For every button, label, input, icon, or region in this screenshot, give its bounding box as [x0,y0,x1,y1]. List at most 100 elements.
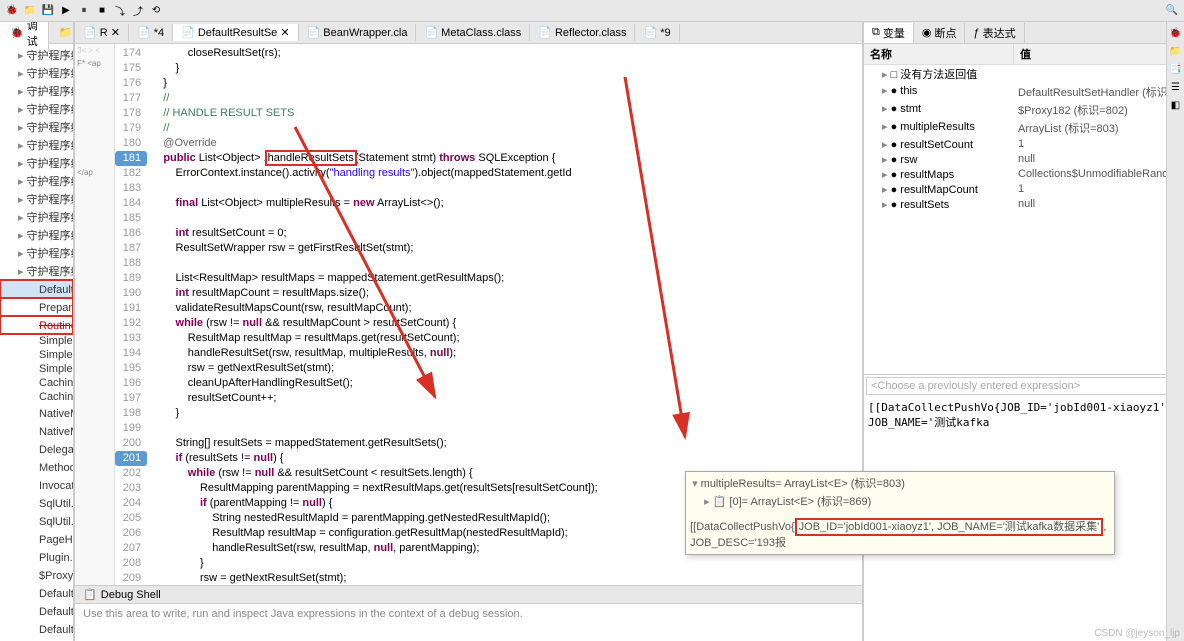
thread-row[interactable]: ▸守护程序线程 [DubboServerHandler-127.0.0.1:20… [0,262,73,280]
thread-row[interactable]: ▸守护程序线程 [logback-9] (正在运行) [0,190,73,208]
tab-breakpoints[interactable]: ◉断点 [914,23,966,43]
thread-row[interactable]: ▸守护程序线程 [OracleTimeoutPollingThread] (正在… [0,136,73,154]
code-line[interactable]: 176 } [115,76,862,91]
code-line[interactable]: 179 // [115,121,862,136]
thread-row[interactable]: ▸守护程序线程 [DubboServerHandler-127.0.0.1:20… [0,244,73,262]
stack-frame[interactable]: DefaultSqlSession.selectList(String, Obj… [0,584,73,602]
variable-row[interactable]: ▸ ● rswnull [864,152,1184,167]
code-line[interactable]: 180 @Override [115,136,862,151]
variables-view[interactable]: 名称 值 ▸ □ 没有方法返回值▸ ● thisDefaultResultSet… [864,44,1184,374]
stack-frame[interactable]: SimpleExecutor(BaseExecutor).queryFromDa… [0,348,73,362]
editor-tab[interactable]: 📄Reflector.class [530,24,635,41]
thread-row[interactable]: ▸守护程序线程 [logback-9] (正在运行) [0,46,73,64]
stack-frame[interactable]: CachingExecutor.query(MappedStatement, O… [0,390,73,404]
tool-icon[interactable]: 🐞 [1169,26,1183,40]
code-line[interactable]: 184 final List<Object> multipleResults =… [115,196,862,211]
stack-frame[interactable]: CachingExecutor.query(MappedStatement, O… [0,376,73,390]
tool-icon[interactable]: 🐞 [4,3,20,19]
code-line[interactable]: 208 } [115,556,862,571]
stack-frame[interactable]: SimpleExecutor.doQuery(MappedStatement, … [0,334,73,348]
variable-row[interactable]: ▸ ● multipleResultsArrayList (标识=803) [864,119,1184,137]
thread-row[interactable]: ▸守护程序线程 [logback-8] (正在运行) [0,172,73,190]
tool-icon[interactable]: ⤵ [112,3,128,19]
variable-row[interactable]: ▸ ● resultMapCount1 [864,182,1184,197]
variable-row[interactable]: ▸ ● thisDefaultResultSetHandler (标识=791) [864,83,1184,101]
thread-row[interactable]: ▸守护程序线程 [DubboServerHandler-127.0.0.1:20… [0,64,73,82]
stack-frame[interactable]: DelegatingMethodAccessorImpl.invoke(Obje… [0,440,73,458]
tool-icon[interactable]: ⟲ [148,3,164,19]
code-line[interactable]: 175 } [115,61,862,76]
stack-frame[interactable]: Invocation.proceed() 行: 49 [0,476,73,494]
thread-row[interactable]: ▸守护程序线程 [Druid-ConnectionPool-Create-886… [0,100,73,118]
thread-row[interactable]: ▸守护程序线程 [DubboServerHandler-127.0.0.1:20… [0,208,73,226]
code-line[interactable]: 196 cleanUpAfterHandlingResultSet(); [115,376,862,391]
editor-tab[interactable]: 📄*4 [129,24,173,41]
stack-frame[interactable]: DefaultSqlSession.selectList(String, Obj… [0,620,73,638]
editor-tab[interactable]: 📄*9 [635,24,679,41]
thread-row[interactable]: ▸守护程序线程 [Druid-ConnectionPool-Destroy-88… [0,118,73,136]
editor-tab[interactable]: 📄MetaClass.class [416,24,530,41]
thread-row[interactable]: ▸守护程序线程 [mysql-cj-abandoned-connection-c… [0,82,73,100]
editor-tab[interactable]: 📄R ✕ [75,24,129,41]
code-line[interactable]: 174 closeResultSet(rs); [115,46,862,61]
code-line[interactable]: 182 ErrorContext.instance().activity("ha… [115,166,862,181]
variable-row[interactable]: ▸ ● stmt$Proxy182 (标识=802) [864,101,1184,119]
tool-icon[interactable]: ⤴ [130,3,146,19]
tool-icon[interactable]: 📁 [1169,44,1183,58]
tool-icon[interactable]: ☰ [1169,80,1183,94]
search-icon[interactable]: 🔍 [1164,3,1180,19]
code-line[interactable]: 188 [115,256,862,271]
popup-item[interactable]: ▸ 📋 [0]= ArrayList<E> (标识=869) [690,492,1110,510]
tool-icon[interactable]: ▶ [58,3,74,19]
tool-icon[interactable]: 📁 [22,3,38,19]
code-line[interactable]: 194 handleResultSet(rsw, resultMap, mult… [115,346,862,361]
code-line[interactable]: 177 // [115,91,862,106]
variable-row[interactable]: ▸ □ 没有方法返回值 [864,65,1184,83]
variable-row[interactable]: ▸ ● resultMapsCollections$UnmodifiableRa… [864,167,1184,182]
tool-icon[interactable]: ⏸ [76,3,92,19]
stack-frame[interactable]: PageHelper.intercept(Invocation) 行: 254 [0,530,73,548]
stack-frame[interactable]: DefaultResultSetHandler.handleResultSets… [0,280,73,298]
code-line[interactable]: 190 int resultMapCount = resultMaps.size… [115,286,862,301]
code-line[interactable]: 181 public List<Object> .handleResultSet… [115,151,862,166]
code-line[interactable]: 209 rsw = getNextResultSet(stmt); [115,571,862,585]
code-line[interactable]: 200 String[] resultSets = mappedStatemen… [115,436,862,451]
stack-frame[interactable]: SimpleExecutor(BaseExecutor).query(Mappe… [0,362,73,376]
thread-row[interactable]: ▸守护程序线程 [DubboServerHandler-127.0.0.1:20… [0,154,73,172]
code-line[interactable]: 195 rsw = getNextResultSet(stmt); [115,361,862,376]
stack-frame[interactable]: $Proxy180.query(MappedStatement, Object,… [0,566,73,584]
code-line[interactable]: 189 List<ResultMap> resultMaps = mappedS… [115,271,862,286]
code-line[interactable]: 192 while (rsw != null && resultMapCount… [115,316,862,331]
thread-row[interactable]: ▸守护程序线程 [DubboServerHandler-127.0.0.1:20… [0,226,73,244]
stack-frame[interactable]: NativeMethodAccessorImpl.invoke(Object, … [0,422,73,440]
tab-variables[interactable]: ⧉变量 [864,23,914,43]
code-line[interactable]: 198 } [115,406,862,421]
stack-frame[interactable]: SqlUtil.processPage(Invocation) 行: 374 [0,512,73,530]
tool-icon[interactable]: ■ [94,3,110,19]
stack-frame[interactable]: DefaultSqlSession.selectList(String, Obj… [0,602,73,620]
tool-icon[interactable]: 📑 [1169,62,1183,76]
debug-shell-tab[interactable]: 📋 Debug Shell [75,586,862,604]
variable-row[interactable]: ▸ ● resultSetsnull [864,197,1184,212]
expression-input[interactable]: <Choose a previously entered expression> [866,377,1182,395]
variable-row[interactable]: ▸ ● resultSetCount1 [864,137,1184,152]
code-line[interactable]: 193 ResultMap resultMap = resultMaps.get… [115,331,862,346]
code-line[interactable]: 183 [115,181,862,196]
tool-icon[interactable]: 💾 [40,3,56,19]
stack-frame[interactable]: SqlUtil._processPage(Invocation) 行: 401 [0,494,73,512]
editor-tab[interactable]: 📄BeanWrapper.cla [299,24,417,41]
tab-expressions[interactable]: ƒ表达式 [965,23,1024,43]
stack-frame[interactable]: RoutingStatementHandler.query(Statement,… [0,316,73,334]
code-line[interactable]: 178 // HANDLE RESULT SETS [115,106,862,121]
debug-tree[interactable]: ▸守护程序线程 [logback-9] (正在运行)▸守护程序线程 [Dubbo… [0,44,73,641]
stack-frame[interactable]: Method.invoke(Object, Object...) 行: 498 [0,458,73,476]
code-line[interactable]: 185 [115,211,862,226]
code-line[interactable]: 191 validateResultMapsCount(rsw, resultM… [115,301,862,316]
stack-frame[interactable]: PreparedStatementHandler.query(Statement… [0,298,73,316]
code-line[interactable]: 197 resultSetCount++; [115,391,862,406]
code-line[interactable]: 187 ResultSetWrapper rsw = getFirstResul… [115,241,862,256]
stack-frame[interactable]: Plugin.invoke(Object, Method, Object[]) … [0,548,73,566]
code-line[interactable]: 201 if (resultSets != null) { [115,451,862,466]
tool-icon[interactable]: ◧ [1169,98,1183,112]
code-line[interactable]: 199 [115,421,862,436]
